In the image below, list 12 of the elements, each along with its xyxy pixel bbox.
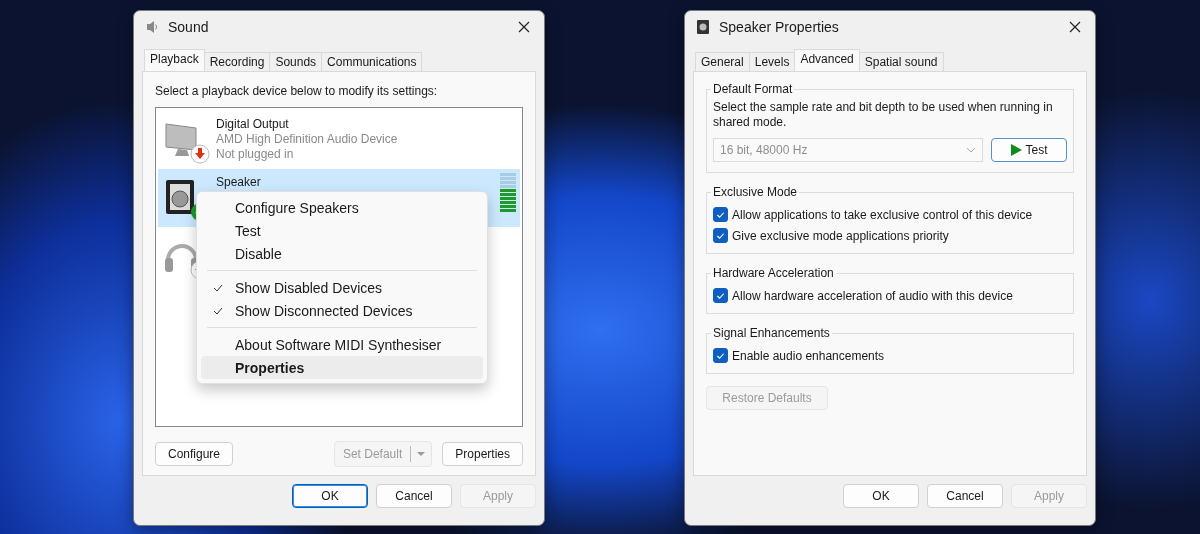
group-title: Default Format	[712, 82, 794, 96]
window-title: Sound	[168, 19, 210, 35]
group-description: Select the sample rate and bit depth to be used when running in shared mode.	[713, 100, 1054, 130]
window-title: Speaker Properties	[719, 19, 840, 35]
device-name: Speaker	[216, 175, 262, 190]
instruction-text: Select a playback device below to modify its settings:	[155, 84, 439, 98]
device-status: Not plugged in	[216, 147, 295, 162]
group-title: Signal Enhancements	[712, 326, 831, 340]
device-name: Digital Output	[216, 117, 290, 132]
device-description: AMD High Definition Audio Device	[216, 132, 399, 147]
group-title: Exclusive Mode	[712, 185, 799, 199]
group-title: Hardware Acceleration	[712, 266, 835, 280]
